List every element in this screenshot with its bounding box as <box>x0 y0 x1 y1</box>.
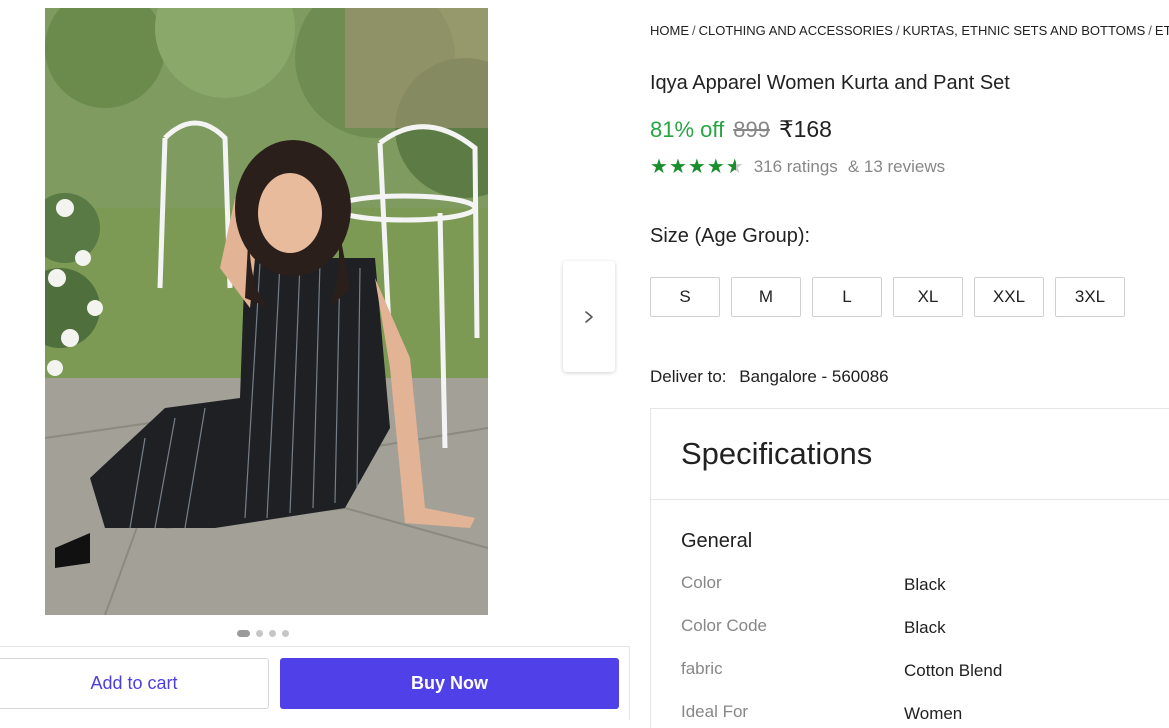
star-full-icon: ★ <box>706 156 725 178</box>
star-full-icon: ★ <box>650 156 668 178</box>
size-option-3xl[interactable]: 3XL <box>1055 277 1125 317</box>
size-option-xxl[interactable]: XXL <box>974 277 1044 317</box>
size-label: Size (Age Group): <box>650 225 811 247</box>
add-to-cart-button[interactable]: Add to cart <box>0 658 269 709</box>
size-option-xl[interactable]: XL <box>893 277 963 317</box>
original-price: 899 <box>733 117 770 142</box>
product-photo-illustration <box>45 8 488 615</box>
deliver-to-label: Deliver to: <box>650 367 727 386</box>
size-selector: S M L XL XXL 3XL <box>650 277 1125 317</box>
star-rating: ★ ★ ★ ★ ★ <box>650 157 744 177</box>
carousel-dot[interactable] <box>269 630 276 637</box>
size-option-l[interactable]: L <box>812 277 882 317</box>
price-row: 81% off 899 ₹168 <box>650 116 832 143</box>
carousel-dot[interactable] <box>256 630 263 637</box>
specifications-panel: Specifications General Color Black Color… <box>650 408 1169 728</box>
breadcrumb-clothing[interactable]: CLOTHING AND ACCESSORIES <box>699 23 893 38</box>
star-half-icon: ★ <box>725 156 744 178</box>
product-title: Iqya Apparel Women Kurta and Pant Set <box>650 72 1010 94</box>
delivery-info[interactable]: Deliver to: Bangalore - 560086 <box>650 367 889 387</box>
spec-value: Women <box>904 704 963 723</box>
rating-summary[interactable]: ★ ★ ★ ★ ★ 316 ratings & 13 reviews <box>650 157 945 177</box>
spec-value: Black <box>904 618 946 637</box>
product-image[interactable] <box>45 8 488 615</box>
image-carousel-dots <box>237 630 289 637</box>
spec-value: Black <box>904 575 946 594</box>
discount-percent: 81% off <box>650 117 725 142</box>
breadcrumb-separator: / <box>895 23 900 38</box>
spec-key: Ideal For <box>681 702 749 721</box>
spec-key: fabric <box>681 659 723 678</box>
purchase-action-bar: Add to cart Buy Now <box>0 646 630 720</box>
specifications-header: Specifications <box>651 409 1169 500</box>
ratings-count: 316 ratings <box>753 157 838 176</box>
spec-value: Cotton Blend <box>904 661 1003 680</box>
breadcrumb-separator: / <box>692 23 696 38</box>
size-option-m[interactable]: M <box>731 277 801 317</box>
buy-now-button[interactable]: Buy Now <box>280 658 619 709</box>
breadcrumb-kurtas[interactable]: KURTAS, ETHNIC SETS AND BOTTOMS <box>903 23 1146 38</box>
breadcrumb: HOME / CLOTHING AND ACCESSORIES / KURTAS, ET… <box>650 23 1169 38</box>
star-full-icon: ★ <box>668 156 687 178</box>
spec-key: Color <box>681 573 722 592</box>
next-image-button[interactable] <box>563 261 615 372</box>
size-option-s[interactable]: S <box>650 277 720 317</box>
breadcrumb-separator: / <box>1148 23 1152 38</box>
star-full-icon: ★ <box>687 156 706 178</box>
reviews-count: & 13 reviews <box>847 157 946 176</box>
carousel-dot[interactable] <box>237 630 250 637</box>
specifications-title: Specifications <box>681 436 873 471</box>
breadcrumb-home[interactable]: HOME <box>650 23 689 38</box>
carousel-dot[interactable] <box>282 630 289 637</box>
spec-section-title: General <box>681 530 753 552</box>
chevron-right-icon <box>585 310 593 323</box>
spec-key: Color Code <box>681 616 767 635</box>
breadcrumb-ethnic[interactable]: ETHNIC <box>1155 23 1169 38</box>
delivery-location: Bangalore - 560086 <box>739 367 889 386</box>
selling-price: ₹168 <box>778 116 832 142</box>
